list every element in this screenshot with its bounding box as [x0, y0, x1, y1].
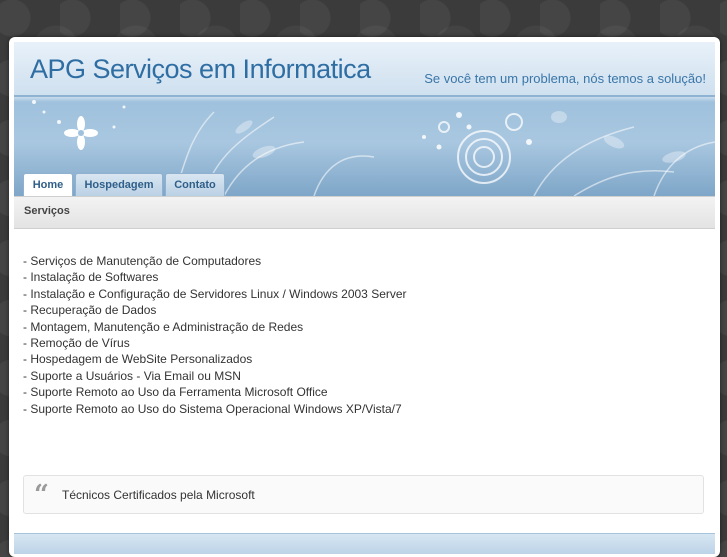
section-header: Serviços: [14, 196, 715, 229]
quote-icon: “: [34, 480, 49, 510]
title-band: APG Serviços em Informatica Se você tem …: [14, 42, 715, 97]
list-item: - Suporte Remoto ao Uso da Ferramenta Mi…: [23, 385, 328, 400]
list-item: - Montagem, Manutenção e Administração d…: [23, 319, 304, 334]
tab-contato[interactable]: Contato: [165, 173, 225, 196]
list-item: - Suporte a Usuários - Via Email ou MSN: [23, 368, 241, 383]
footer-band: [14, 533, 715, 554]
list-item: - Serviços de Manutenção de Computadores: [23, 254, 262, 268]
list-item: - Suporte Remoto ao Uso do Sistema Opera…: [23, 401, 402, 416]
tab-hospedagem[interactable]: Hospedagem: [75, 173, 163, 196]
list-item: - Instalação de Softwares: [23, 270, 159, 285]
site-tagline: Se você tem um problema, nós temos a sol…: [424, 71, 706, 86]
list-item: - Remoção de Vírus: [23, 335, 130, 350]
list-item: - Recuperação de Dados: [23, 303, 157, 318]
list-item: - Hospedagem de WebSite Personalizados: [23, 352, 253, 367]
flower-icon: [64, 116, 98, 150]
section-title: Serviços: [24, 205, 70, 217]
services-list: - Serviços de Manutenção de Computadores…: [23, 253, 407, 417]
tab-home[interactable]: Home: [23, 173, 73, 196]
site-title[interactable]: APG Serviços em Informatica: [30, 54, 371, 85]
quote-text: Técnicos Certificados pela Microsoft: [62, 488, 255, 502]
site-header: APG Serviços em Informatica Se você tem …: [14, 42, 715, 196]
list-item: - Instalação e Configuração de Servidore…: [23, 286, 407, 301]
quote-box: “ Técnicos Certificados pela Microsoft: [23, 475, 704, 514]
page-wrapper: APG Serviços em Informatica Se você tem …: [9, 37, 720, 557]
